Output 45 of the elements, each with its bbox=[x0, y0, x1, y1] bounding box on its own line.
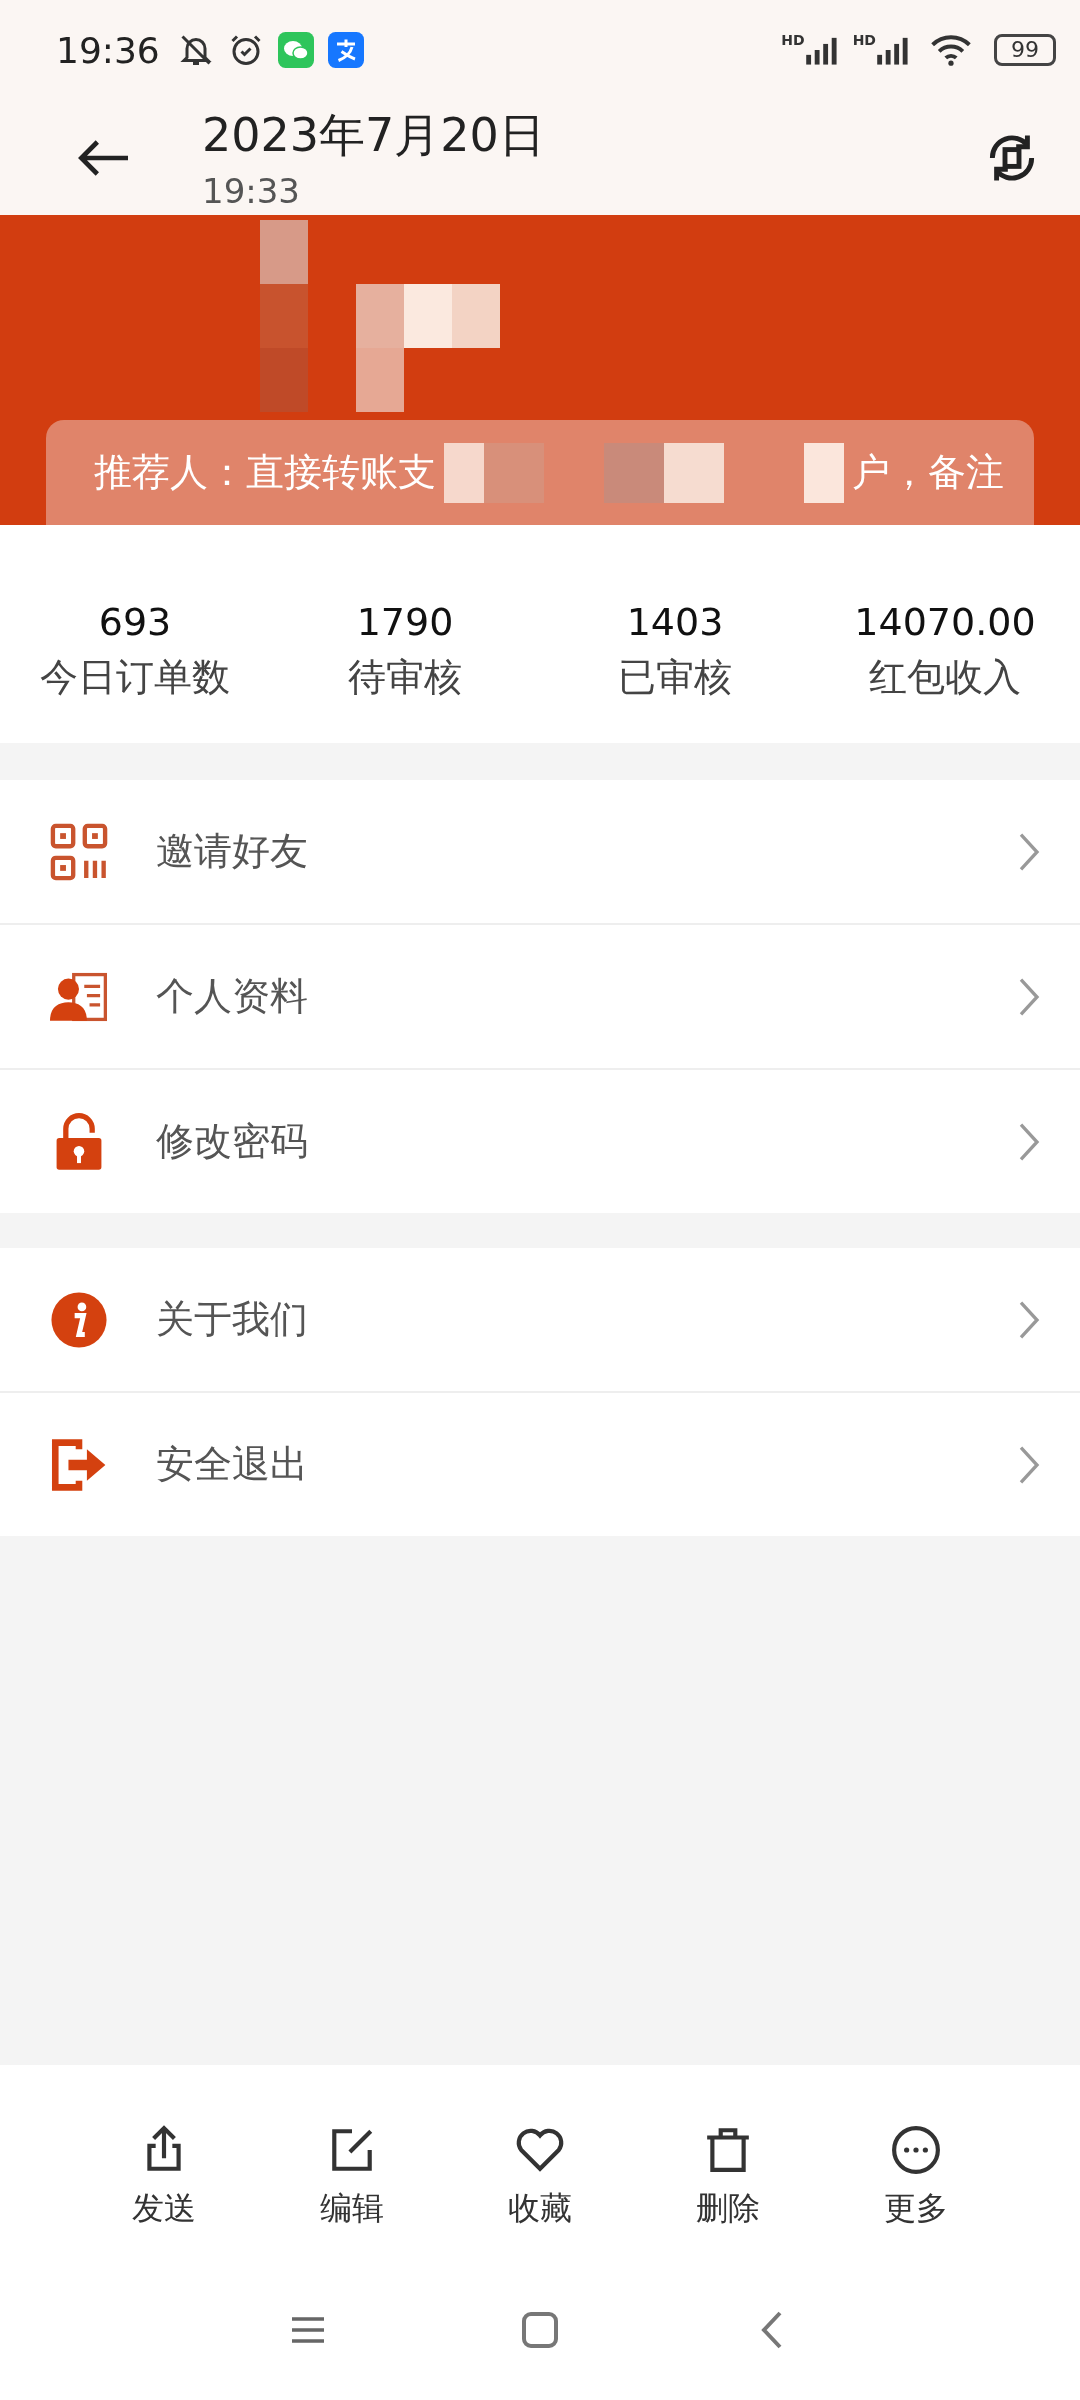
referrer-text: 推荐人：直接转账支 bbox=[94, 449, 436, 496]
action-button[interactable]: 更多 bbox=[856, 2124, 976, 2231]
stat-value: 693 bbox=[98, 600, 172, 644]
menu-item[interactable]: 邀请好友 bbox=[0, 780, 1080, 925]
menu-item[interactable]: 个人资料 bbox=[0, 925, 1080, 1070]
chevron-right-icon bbox=[1018, 976, 1040, 1017]
menu-item[interactable]: 修改密码 bbox=[0, 1070, 1080, 1213]
chat-app-icon bbox=[277, 32, 314, 68]
wifi-icon bbox=[930, 34, 972, 66]
menu-label: 安全退出 bbox=[156, 1441, 309, 1488]
battery-indicator: 99 bbox=[994, 34, 1056, 66]
info-icon bbox=[50, 1290, 108, 1349]
network-label: HD bbox=[781, 32, 805, 48]
home-square-icon[interactable] bbox=[520, 2310, 560, 2350]
menu-item[interactable]: 关于我们 bbox=[0, 1248, 1080, 1393]
payment-app-icon bbox=[327, 32, 364, 68]
more-icon bbox=[891, 2124, 941, 2175]
chevron-right-icon bbox=[1018, 831, 1040, 872]
menu-item[interactable]: 安全退出 bbox=[0, 1393, 1080, 1536]
referrer-text: 户，备注 bbox=[852, 449, 1004, 496]
date-title: 2023年7月20日 bbox=[202, 106, 546, 164]
menu-label: 修改密码 bbox=[156, 1118, 309, 1165]
status-time: 19:36 bbox=[56, 29, 160, 71]
action-button[interactable]: 删除 bbox=[668, 2124, 788, 2231]
stat-value: 14070.00 bbox=[854, 600, 1036, 644]
stat-value: 1403 bbox=[626, 600, 724, 644]
stat-label: 今日订单数 bbox=[40, 654, 230, 701]
chevron-right-icon bbox=[1018, 1299, 1040, 1340]
network-label: HD bbox=[852, 32, 876, 48]
chevron-right-icon bbox=[1018, 1444, 1040, 1485]
menu-label: 个人资料 bbox=[156, 973, 309, 1020]
qr-code-icon bbox=[50, 822, 108, 881]
time-subtitle: 19:33 bbox=[202, 170, 301, 211]
action-button[interactable]: 收藏 bbox=[480, 2124, 600, 2231]
signal-icon bbox=[876, 35, 910, 65]
menu-label: 关于我们 bbox=[156, 1296, 309, 1343]
menu-label: 邀请好友 bbox=[156, 828, 309, 875]
stat-label: 待审核 bbox=[348, 654, 462, 701]
signal-icon bbox=[804, 35, 839, 65]
stat-value: 1790 bbox=[356, 600, 454, 644]
action-button[interactable]: 发送 bbox=[104, 2124, 224, 2231]
action-button[interactable]: 编辑 bbox=[292, 2124, 412, 2231]
chevron-right-icon bbox=[1018, 1121, 1040, 1162]
stat-label: 红包收入 bbox=[869, 654, 1021, 701]
stat-label: 已审核 bbox=[618, 654, 732, 701]
